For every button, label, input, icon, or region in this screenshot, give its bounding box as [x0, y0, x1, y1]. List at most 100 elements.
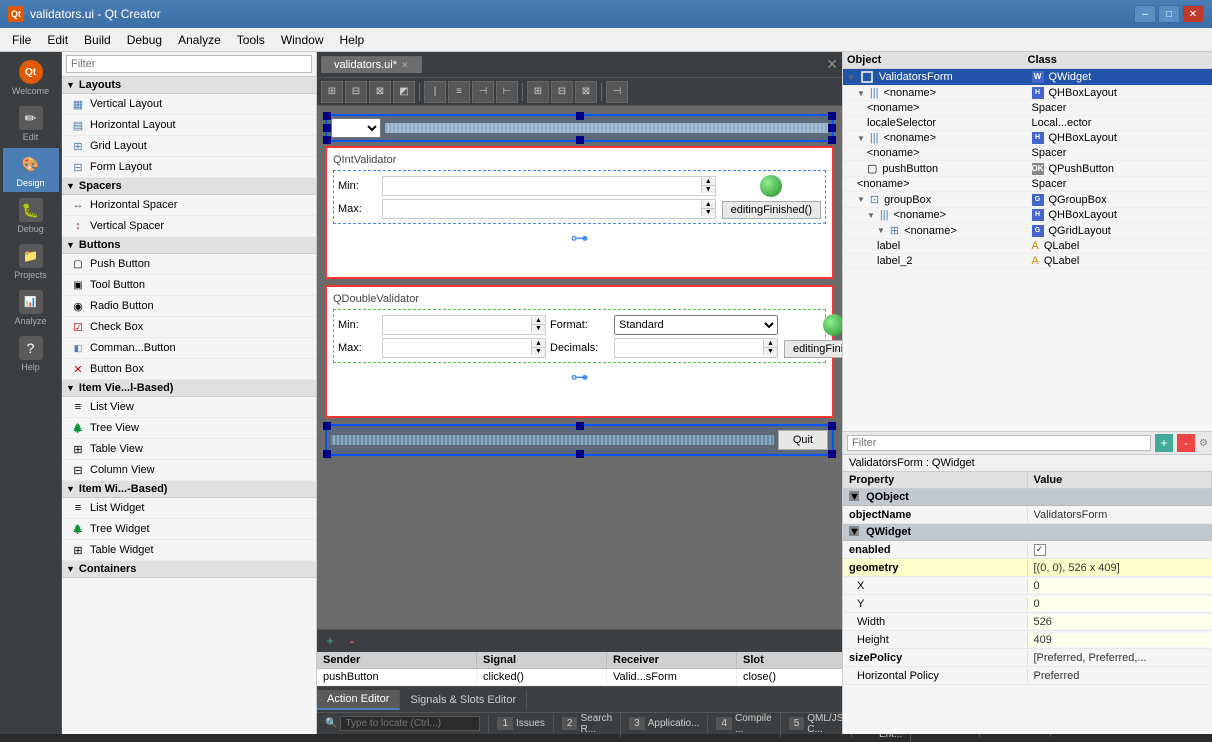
close-button[interactable]: ✕ [1182, 5, 1204, 23]
brow-handle-tl[interactable] [323, 422, 331, 430]
section-layouts[interactable]: ▼ Layouts [62, 77, 316, 94]
widget-horizontal-spacer[interactable]: ↔ Horizontal Spacer [62, 195, 316, 216]
toolbar-btn-7[interactable]: ⊣ [472, 81, 494, 103]
status-application[interactable]: 3 Applicatio... [621, 715, 708, 732]
resize-handle-left[interactable] [323, 124, 331, 132]
menu-build[interactable]: Build [76, 31, 119, 49]
obj-row-2[interactable]: <noname> Spacer [843, 101, 1212, 116]
obj-row-12[interactable]: label_2 A QLabel [843, 254, 1212, 269]
decimals-up[interactable]: ▲ [764, 340, 777, 348]
widget-grid-layout[interactable]: ⊞ Grid Layout [62, 136, 316, 157]
decimals-down[interactable]: ▼ [764, 348, 777, 355]
enabled-checkbox[interactable]: ✓ [1034, 544, 1046, 556]
widget-horizontal-layout[interactable]: ▤ Horizontal Layout [62, 115, 316, 136]
resize-handle-tr[interactable] [828, 112, 836, 120]
double-min-input-group[interactable]: 0.00 ▲ ▼ [382, 315, 546, 335]
double-max-input[interactable]: 1000.00 [383, 339, 531, 357]
int-editing-finished-btn[interactable]: editingFinished() [722, 201, 821, 219]
double-min-input[interactable]: 0.00 [383, 316, 531, 334]
decimals-spinner[interactable]: ▲ ▼ [763, 340, 777, 355]
int-max-down[interactable]: ▼ [702, 209, 715, 216]
int-min-input-group[interactable]: 0 ▲ ▼ [382, 176, 716, 196]
sidebar-design[interactable]: 🎨 Design [3, 148, 59, 192]
canvas-combo[interactable] [331, 118, 381, 138]
status-search-r[interactable]: 2 Search R... [554, 711, 621, 737]
obj-row-3[interactable]: localeSelector Local...ector [843, 116, 1212, 131]
widget-form-layout[interactable]: ⊟ Form Layout [62, 157, 316, 178]
prop-value-horizontal-policy[interactable]: Preferred [1028, 669, 1212, 683]
file-tab[interactable]: validators.ui* ✕ [321, 56, 422, 73]
menu-analyze[interactable]: Analyze [170, 31, 229, 49]
widget-tool-button[interactable]: ▣ Tool Button [62, 275, 316, 296]
menu-tools[interactable]: Tools [229, 31, 273, 49]
menu-debug[interactable]: Debug [119, 31, 170, 49]
brow-handle-tr[interactable] [828, 422, 836, 430]
brow-handle-bot[interactable] [576, 450, 584, 458]
toolbar-btn-6[interactable]: ≡ [448, 81, 470, 103]
int-max-input-group[interactable]: 1000 ▲ ▼ [382, 199, 716, 219]
double-min-down[interactable]: ▼ [532, 325, 545, 332]
brow-handle-br[interactable] [828, 450, 836, 458]
obj-row-1[interactable]: ▼ ||| <noname> H QHBoxLayout [843, 86, 1212, 101]
prop-value-x[interactable]: 0 [1028, 579, 1212, 593]
section-buttons[interactable]: ▼ Buttons [62, 237, 316, 254]
toolbar-btn-11[interactable]: ⊠ [575, 81, 597, 103]
resize-handle-bl[interactable] [323, 136, 331, 144]
widget-radio-button[interactable]: ◉ Radio Button [62, 296, 316, 317]
widget-vertical-spacer[interactable]: ↕ Vertical Spacer [62, 216, 316, 237]
prop-value-enabled[interactable]: ✓ [1028, 543, 1212, 557]
prop-value-width[interactable]: 526 [1028, 615, 1212, 629]
tab-signals-slots-editor[interactable]: Signals & Slots Editor [400, 691, 527, 709]
double-max-down[interactable]: ▼ [532, 348, 545, 355]
quit-button[interactable]: Quit [778, 430, 828, 450]
obj-row-8[interactable]: ▼ ⊡ groupBox G QGroupBox [843, 192, 1212, 208]
sidebar-analyze[interactable]: 📊 Analyze [3, 286, 59, 330]
menu-window[interactable]: Window [273, 31, 332, 49]
toolbar-btn-12[interactable]: ⊣ [606, 81, 628, 103]
widget-table-widget[interactable]: ⊞ Table Widget [62, 540, 316, 561]
brow-handle-bl[interactable] [323, 450, 331, 458]
tab-action-editor[interactable]: Action Editor [317, 690, 400, 710]
int-min-up[interactable]: ▲ [702, 178, 715, 186]
props-add-btn[interactable]: + [1155, 434, 1173, 452]
toolbar-btn-5[interactable]: | [424, 81, 446, 103]
resize-handle-br[interactable] [828, 136, 836, 144]
menu-file[interactable]: File [4, 31, 39, 49]
format-select[interactable]: Standard [614, 315, 778, 335]
prop-value-geometry[interactable]: [(0, 0), 526 x 409] [1028, 561, 1212, 575]
widget-tree-view[interactable]: 🌲 Tree View [62, 418, 316, 439]
widget-list-widget[interactable]: ≡ List Widget [62, 498, 316, 519]
prop-value-objectname[interactable]: ValidatorsForm [1028, 508, 1212, 522]
toolbar-btn-9[interactable]: ⊞ [527, 81, 549, 103]
resize-handle-top[interactable] [576, 112, 584, 120]
widget-column-view[interactable]: ⊟ Column View [62, 460, 316, 481]
obj-row-validatorsform[interactable]: ▼ ValidatorsForm W QWidget [843, 69, 1212, 86]
toolbar-btn-8[interactable]: ⊢ [496, 81, 518, 103]
sidebar-debug[interactable]: 🐛 Debug [3, 194, 59, 238]
section-spacers[interactable]: ▼ Spacers [62, 178, 316, 195]
status-compile[interactable]: 4 Compile ... [708, 711, 780, 737]
double-max-up[interactable]: ▲ [532, 340, 545, 348]
double-max-spinner[interactable]: ▲ ▼ [531, 340, 545, 355]
maximize-button[interactable]: □ [1158, 5, 1180, 23]
design-canvas[interactable]: QIntValidator Min: 0 ▲ ▼ [317, 106, 842, 629]
obj-row-5[interactable]: <noname> Spacer [843, 146, 1212, 161]
widget-filter-input[interactable] [66, 55, 312, 73]
widget-list-view[interactable]: ≡ List View [62, 397, 316, 418]
minimize-button[interactable]: – [1134, 5, 1156, 23]
double-max-input-group[interactable]: 1000.00 ▲ ▼ [382, 338, 546, 358]
widget-table-view[interactable]: ⊞ Table View [62, 439, 316, 460]
decimals-input[interactable]: 2 [615, 339, 763, 357]
tab-close-x[interactable]: ✕ [826, 56, 838, 73]
resize-handle-bot[interactable] [576, 136, 584, 144]
menu-help[interactable]: Help [332, 31, 373, 49]
widget-command-button[interactable]: ◧ Comman...Button [62, 338, 316, 359]
resize-handle-right[interactable] [828, 124, 836, 132]
toolbar-btn-4[interactable]: ◩ [393, 81, 415, 103]
obj-row-9[interactable]: ▼ ||| <noname> H QHBoxLayout [843, 208, 1212, 223]
section-item-views[interactable]: ▼ Item Vie...l-Based) [62, 380, 316, 397]
double-min-up[interactable]: ▲ [532, 317, 545, 325]
decimals-input-group[interactable]: 2 ▲ ▼ [614, 338, 778, 358]
toolbar-btn-10[interactable]: ⊟ [551, 81, 573, 103]
toolbar-btn-2[interactable]: ⊟ [345, 81, 367, 103]
